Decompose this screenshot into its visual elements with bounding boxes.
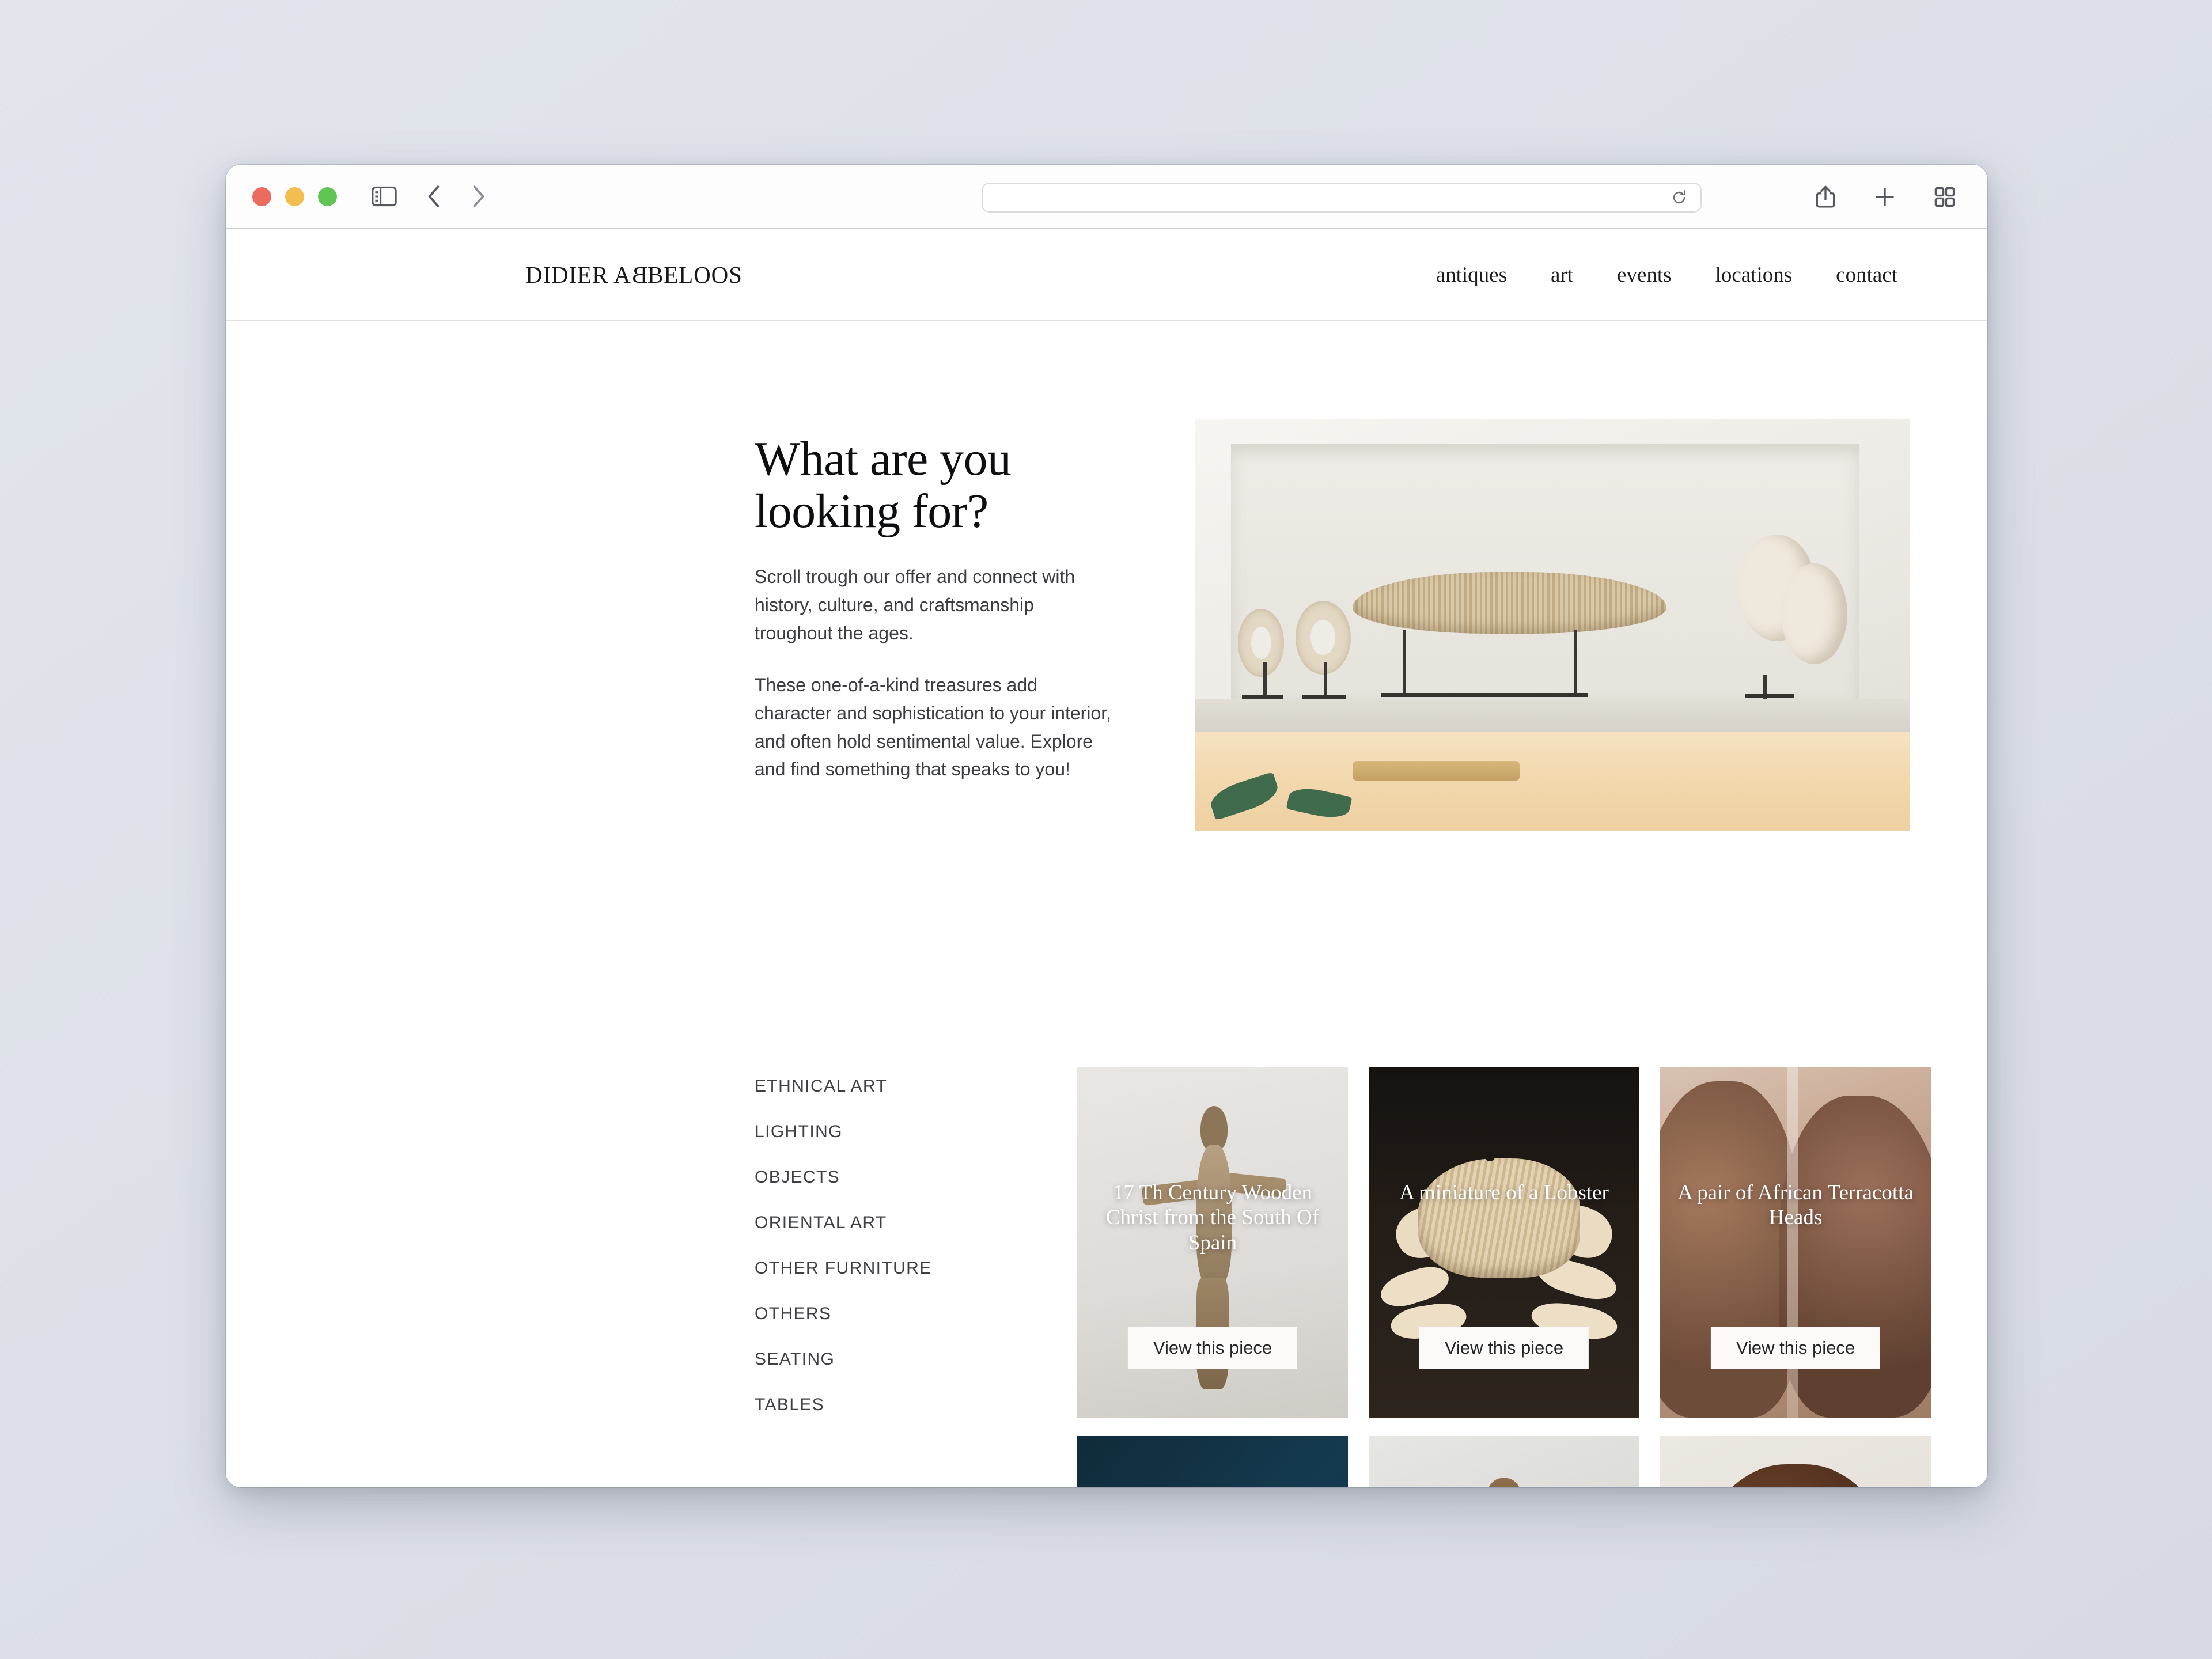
tab-overview-grid-icon[interactable]	[1933, 185, 1956, 209]
logo-part-2: BELOOS	[647, 262, 743, 288]
product-card[interactable]: A miniature of a Lobster View this piece	[1369, 1067, 1639, 1418]
product-title: A pair of African Terracotta Heads	[1677, 1181, 1914, 1230]
view-piece-button[interactable]: View this piece	[1127, 1327, 1298, 1369]
category-item-oriental-art[interactable]: ORIENTAL ART	[755, 1213, 1077, 1233]
hero-title-line-2: looking for?	[755, 484, 988, 538]
new-tab-plus-icon[interactable]	[1873, 185, 1896, 209]
product-image-white-coral	[1077, 1436, 1348, 1487]
share-icon[interactable]	[1815, 185, 1836, 209]
nav-item-contact[interactable]: contact	[1836, 263, 1897, 287]
hero-image-artwork	[1195, 419, 1910, 831]
hero-title-line-1: What are you	[755, 432, 1012, 486]
window-controls	[252, 187, 337, 206]
toolbar-right-actions	[1815, 165, 1956, 229]
category-item-lighting[interactable]: LIGHTING	[755, 1122, 1077, 1142]
site-logo[interactable]: DIDIER ABBELOOS	[525, 261, 743, 289]
desktop-background: DIDIER ABBELOOS antiques art events loca…	[0, 0, 2212, 1659]
product-grid: 17 Th Century Wooden Christ from the Sou…	[1077, 1067, 1931, 1487]
site-header: DIDIER ABBELOOS antiques art events loca…	[226, 229, 1987, 321]
category-item-ethnical-art[interactable]: ETHNICAL ART	[755, 1077, 1077, 1096]
sidebar-toggle-icon[interactable]	[372, 185, 397, 207]
address-input[interactable]	[983, 184, 1671, 211]
address-bar[interactable]	[982, 183, 1702, 213]
category-item-others[interactable]: OTHERS	[755, 1304, 1077, 1324]
maximize-button[interactable]	[318, 187, 337, 206]
product-title: 17 Th Century Wooden Christ from the Sou…	[1106, 1181, 1319, 1255]
forward-arrow-icon[interactable]	[468, 184, 488, 209]
page-viewport: DIDIER ABBELOOS antiques art events loca…	[226, 229, 1987, 1487]
hero-paragraph-2: These one-of-a-kind treasures add charac…	[755, 675, 1111, 780]
category-item-seating[interactable]: SEATING	[755, 1350, 1077, 1369]
product-image-carved-wooden-object	[1369, 1436, 1639, 1487]
back-arrow-icon[interactable]	[425, 184, 444, 209]
browser-toolbar	[226, 165, 1987, 229]
category-item-objects[interactable]: OBJECTS	[755, 1168, 1077, 1187]
safari-browser-window: DIDIER ABBELOOS antiques art events loca…	[226, 165, 1987, 1487]
logo-part-1: DIDIER A	[525, 262, 631, 288]
product-card[interactable]: A pair of African Terracotta Heads View …	[1660, 1067, 1931, 1418]
nav-item-art[interactable]: art	[1551, 263, 1573, 287]
nav-item-locations[interactable]: locations	[1715, 263, 1793, 287]
nav-item-antiques[interactable]: antiques	[1436, 263, 1507, 287]
product-title: A miniature of a Lobster	[1399, 1181, 1609, 1205]
hero-image	[1195, 419, 1910, 831]
view-piece-button[interactable]: View this piece	[1710, 1327, 1881, 1369]
category-item-other-furniture[interactable]: OTHER FURNITURE	[755, 1259, 1077, 1278]
nav-item-events[interactable]: events	[1617, 263, 1672, 287]
minimize-button[interactable]	[285, 187, 304, 206]
hero-copy: What are you looking for? Scroll trough o…	[755, 419, 1123, 831]
product-card[interactable]	[1369, 1436, 1639, 1487]
product-card[interactable]: 17 Th Century Wooden Christ from the Sou…	[1077, 1067, 1348, 1418]
page-title: What are you looking for?	[755, 433, 1123, 537]
reload-icon[interactable]	[1671, 189, 1688, 206]
site-navigation: antiques art events locations contact	[1436, 263, 1932, 287]
category-item-tables[interactable]: TABLES	[755, 1395, 1077, 1415]
logo-mirrored-b: B	[631, 262, 647, 288]
close-button[interactable]	[252, 187, 271, 206]
hero-paragraph-1: Scroll trough our offer and connect with…	[755, 566, 1075, 643]
hero-section: What are you looking for? Scroll trough o…	[226, 321, 1987, 831]
product-image-dark-glossy-head	[1660, 1436, 1931, 1487]
view-piece-button[interactable]: View this piece	[1419, 1327, 1589, 1369]
category-list: ETHNICAL ART LIGHTING OBJECTS ORIENTAL A…	[755, 1067, 1077, 1487]
product-card[interactable]	[1660, 1436, 1931, 1487]
product-card[interactable]	[1077, 1436, 1348, 1487]
catalogue-section: ETHNICAL ART LIGHTING OBJECTS ORIENTAL A…	[226, 831, 1987, 1487]
